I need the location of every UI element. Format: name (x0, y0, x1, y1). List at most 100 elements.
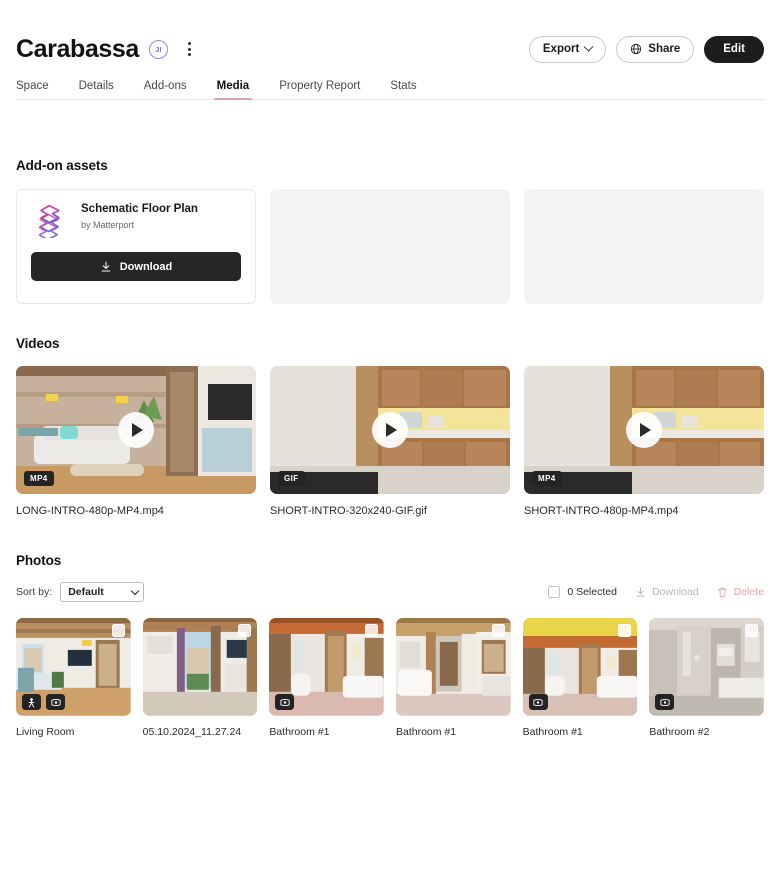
photos-title: Photos (16, 553, 62, 568)
photo-thumbnail[interactable] (269, 618, 384, 716)
addon-download-button[interactable]: Download (31, 252, 241, 281)
photo-caption: 05.10.2024_11.27.24 (142, 726, 242, 738)
photo-badges (22, 694, 65, 710)
photo-badges (528, 694, 548, 710)
photo-caption: Bathroom #1 (269, 726, 330, 738)
page-title: Carabassa (16, 34, 139, 63)
tab-details[interactable]: Details (79, 80, 114, 99)
tab-bar: Space Details Add-ons Media Property Rep… (16, 72, 764, 100)
edit-button[interactable]: Edit (704, 35, 764, 63)
tripod-icon (22, 694, 41, 710)
play-icon (640, 423, 651, 437)
page-header: Carabassa JI Export Share Edit (16, 0, 764, 63)
photo-item[interactable]: Bathroom #2 (649, 618, 764, 738)
video-item[interactable]: MP4 SHORT-INTRO-480p-MP4.mp4 (524, 366, 764, 517)
video-item[interactable]: GIF SHORT-INTRO-320x240-GIF.gif (270, 366, 510, 517)
photo-item[interactable]: Living Room (16, 618, 131, 738)
photos-grid: Living Room 05.10.2024_11.27.24 Bathroom… (16, 618, 764, 738)
video-thumbnail[interactable]: MP4 (16, 366, 256, 494)
addon-name: Schematic Floor Plan (81, 203, 198, 215)
export-label: Export (542, 43, 580, 55)
photo-select-checkbox[interactable] (618, 624, 632, 637)
photos-download-button[interactable]: Download (635, 586, 699, 598)
photo-select-checkbox[interactable] (364, 624, 378, 637)
photo-thumbnail[interactable] (142, 618, 258, 716)
selected-count-label: 0 Selected (567, 586, 617, 598)
select-all-control[interactable]: 0 Selected (548, 586, 617, 598)
panorama-icon (655, 694, 675, 710)
tab-property-report[interactable]: Property Report (279, 80, 360, 99)
photo-thumbnail[interactable] (395, 618, 511, 716)
matterport-layers-logo (38, 204, 60, 238)
video-caption: SHORT-INTRO-480p-MP4.mp4 (524, 505, 679, 517)
media-page: Carabassa JI Export Share Edit Space Det… (0, 0, 780, 881)
video-format-badge: GIF (278, 471, 305, 486)
addon-assets-title: Add-on assets (16, 158, 108, 173)
video-thumbnail[interactable]: GIF (270, 366, 510, 494)
addon-card-placeholder-2 (524, 189, 764, 304)
addon-card-head: Schematic Floor Plan by Matterport (31, 202, 241, 238)
photo-badges (275, 694, 295, 710)
download-icon (101, 261, 110, 272)
trash-icon (717, 587, 727, 598)
tab-stats[interactable]: Stats (390, 80, 416, 99)
photo-badges (655, 694, 675, 710)
tab-media[interactable]: Media (213, 80, 252, 100)
photo-select-checkbox[interactable] (111, 624, 125, 637)
header-actions: Export Share Edit (528, 35, 764, 63)
photo-item[interactable]: Bathroom #1 (269, 618, 384, 738)
photo-thumbnail[interactable] (522, 618, 638, 716)
play-icon (132, 423, 143, 437)
video-caption: SHORT-INTRO-320x240-GIF.gif (270, 505, 427, 517)
photo-thumbnail[interactable] (16, 618, 131, 716)
share-label: Share (648, 43, 681, 55)
tab-add-ons[interactable]: Add-ons (144, 80, 187, 99)
play-button[interactable] (118, 412, 154, 448)
play-icon (386, 423, 397, 437)
photo-item[interactable]: Bathroom #1 (395, 618, 511, 738)
photos-delete-button[interactable]: Delete (717, 586, 764, 598)
photo-caption: Bathroom #1 (395, 726, 457, 738)
video-thumbnail[interactable]: MP4 (524, 366, 764, 494)
addon-card-placeholder-1 (270, 189, 510, 304)
addon-assets-grid: Schematic Floor Plan by Matterport Downl… (16, 189, 764, 304)
export-button[interactable]: Export (528, 35, 607, 63)
photo-select-checkbox[interactable] (491, 624, 505, 637)
videos-grid: MP4 LONG-INTRO-480p-MP4.mp4 GIF SHORT-IN… (16, 366, 764, 517)
photo-item[interactable]: 05.10.2024_11.27.24 (142, 618, 258, 738)
play-button[interactable] (372, 412, 408, 448)
share-button[interactable]: Share (616, 35, 695, 63)
photo-caption: Bathroom #1 (522, 726, 583, 738)
photo-caption: Living Room (16, 726, 75, 738)
photo-select-checkbox[interactable] (744, 624, 758, 637)
play-button[interactable] (626, 412, 662, 448)
chevron-down-icon (583, 41, 594, 52)
panorama-icon (275, 694, 295, 710)
kebab-menu-icon[interactable] (182, 39, 198, 59)
videos-title: Videos (16, 336, 60, 351)
photo-caption: Bathroom #2 (649, 726, 710, 738)
globe-icon (631, 43, 642, 55)
tab-space[interactable]: Space (16, 80, 49, 99)
photos-toolbar: Sort by: Default 0 Selected Download Del… (16, 581, 764, 603)
panorama-icon (46, 694, 65, 710)
video-format-badge: MP4 (532, 471, 562, 486)
photo-item[interactable]: Bathroom #1 (522, 618, 638, 738)
addon-download-label: Download (119, 260, 173, 273)
addon-card-text: Schematic Floor Plan by Matterport (81, 202, 198, 230)
addon-author: by Matterport (81, 220, 135, 231)
video-item[interactable]: MP4 LONG-INTRO-480p-MP4.mp4 (16, 366, 256, 517)
video-caption: LONG-INTRO-480p-MP4.mp4 (16, 505, 164, 517)
download-icon (636, 587, 645, 597)
sort-select[interactable]: Default (60, 582, 145, 602)
photos-download-label: Download (651, 586, 699, 598)
select-all-checkbox[interactable] (548, 586, 561, 598)
avatar: JI (148, 39, 168, 59)
photo-thumbnail[interactable] (649, 618, 764, 716)
video-format-badge: MP4 (24, 471, 54, 486)
photos-toolbar-right: 0 Selected Download Delete (548, 586, 764, 598)
photos-delete-label: Delete (733, 586, 764, 598)
addon-card-schematic-floor-plan[interactable]: Schematic Floor Plan by Matterport Downl… (16, 189, 256, 304)
photo-select-checkbox[interactable] (238, 624, 252, 637)
sort-select-wrap: Default (60, 582, 145, 602)
